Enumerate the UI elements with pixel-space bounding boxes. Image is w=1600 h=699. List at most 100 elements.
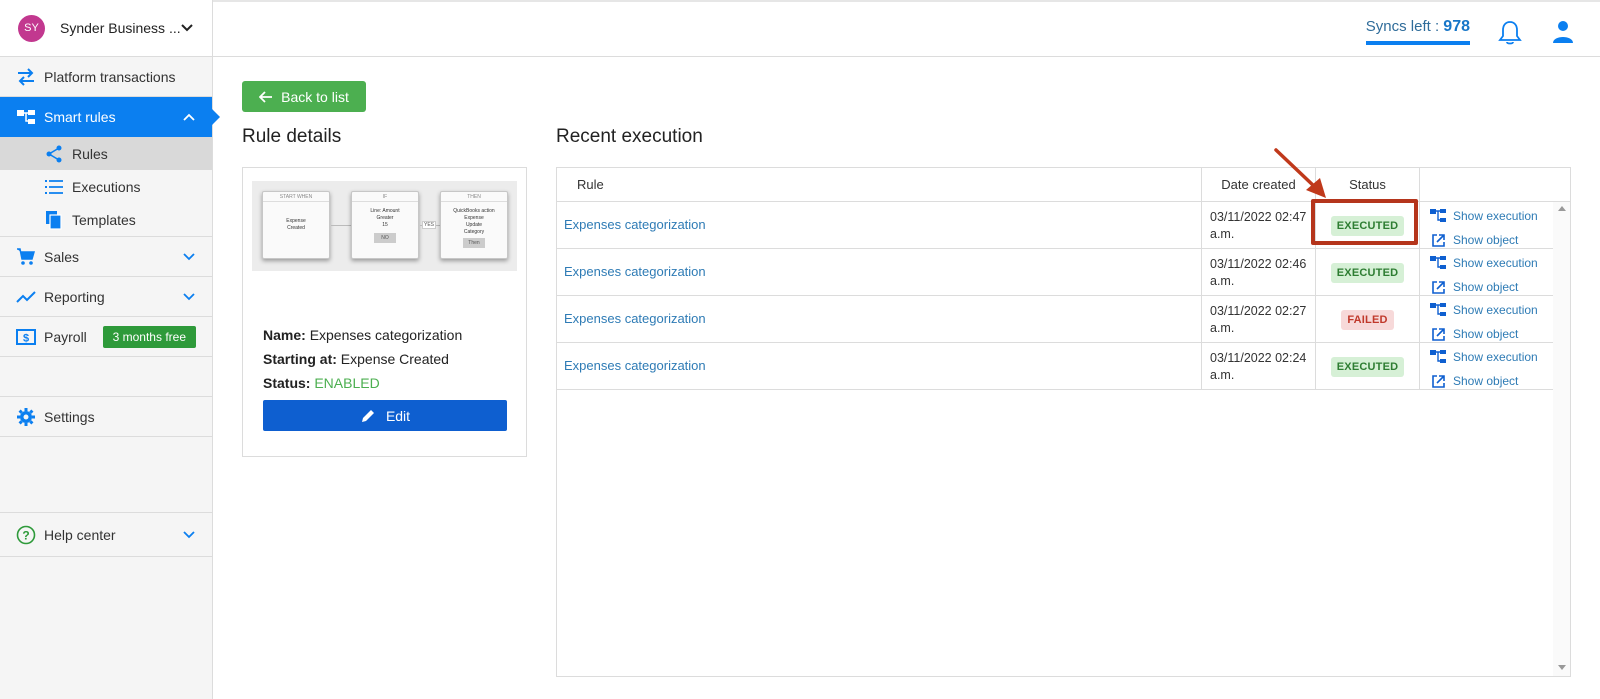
status-cell: EXECUTED xyxy=(1316,249,1420,296)
flow-tree-icon xyxy=(1430,349,1446,365)
sidebar-item-reporting[interactable]: Reporting xyxy=(0,277,212,317)
sidebar-item-smart-rules[interactable]: Smart rules xyxy=(0,97,220,137)
actions-cell: Show execution Show object xyxy=(1420,249,1553,296)
sidebar-item-platform-transactions[interactable]: Platform transactions xyxy=(0,57,212,97)
rule-link[interactable]: Expenses categorization xyxy=(557,249,1202,296)
sidebar-spacer xyxy=(0,437,212,513)
rule-start-row: Starting at: Expense Created xyxy=(263,347,462,371)
sidebar-item-label: Payroll xyxy=(44,328,87,345)
sidebar-item-executions[interactable]: Executions xyxy=(0,170,212,203)
table-scrollbar[interactable] xyxy=(1553,202,1570,676)
sidebar-item-settings[interactable]: Settings xyxy=(0,397,212,437)
node-button: Then xyxy=(463,238,485,248)
pencil-icon xyxy=(361,409,374,422)
status-badge: EXECUTED xyxy=(1330,356,1405,377)
flow-tree-icon xyxy=(1430,302,1446,318)
syncs-count: 978 xyxy=(1443,18,1470,35)
avatar: SY xyxy=(18,14,45,42)
arrow-left-icon xyxy=(259,90,273,103)
scroll-down-arrow[interactable] xyxy=(1558,665,1566,670)
smart-rules-submenu: Rules Executions Templates xyxy=(0,137,212,237)
show-execution-link[interactable]: Show execution xyxy=(1430,300,1553,320)
status-cell: FAILED xyxy=(1316,296,1420,343)
date-created: 03/11/2022 02:24 a.m. xyxy=(1202,343,1316,390)
account-name: Synder Business ... xyxy=(60,20,180,36)
sidebar-item-rules[interactable]: Rules xyxy=(0,137,212,170)
sidebar-item-sales[interactable]: Sales xyxy=(0,237,212,277)
flow-node-then: THEN QuickBooks action Expense Update Ca… xyxy=(440,191,508,259)
copy-icon xyxy=(44,210,64,230)
sidebar-item-label: Rules xyxy=(72,145,108,162)
column-header-rule[interactable]: Rule xyxy=(557,168,1202,202)
back-to-list-label: Back to list xyxy=(281,88,349,105)
show-execution-link[interactable]: Show execution xyxy=(1430,206,1553,226)
flow-node-if: IF Line: Amount Greater 15 NO xyxy=(351,191,419,259)
external-link-icon xyxy=(1430,326,1446,342)
rule-flow-preview[interactable]: START WHEN Expense Created IF Line: Amou… xyxy=(252,181,517,271)
node-text: Created xyxy=(287,225,305,231)
node-text: Greater xyxy=(376,215,394,221)
node-text: Line: Amount xyxy=(370,208,400,214)
status-badge: FAILED xyxy=(1341,309,1394,330)
show-object-label: Show object xyxy=(1453,280,1519,294)
share-nodes-icon xyxy=(44,144,64,164)
rule-details-info: Name: Expenses categorization Starting a… xyxy=(263,323,462,395)
chevron-down-icon xyxy=(181,24,193,32)
show-object-link[interactable]: Show object xyxy=(1430,371,1553,391)
user-icon[interactable] xyxy=(1552,20,1574,44)
rule-name-row: Name: Expenses categorization xyxy=(263,323,462,347)
show-execution-label: Show execution xyxy=(1453,350,1538,364)
sidebar-item-label: Help center xyxy=(44,526,116,543)
sidebar-item-templates[interactable]: Templates xyxy=(0,203,212,236)
scroll-up-arrow[interactable] xyxy=(1558,206,1566,211)
flow-connector xyxy=(331,225,351,226)
sidebar-item-label: Settings xyxy=(44,408,95,425)
svg-text:$: $ xyxy=(23,332,29,344)
flow-tree-icon xyxy=(16,107,36,127)
status-badge: EXECUTED xyxy=(1330,215,1405,236)
table-row: Expenses categorization 03/11/2022 02:27… xyxy=(557,296,1553,343)
sidebar-item-payroll[interactable]: $ Payroll 3 months free xyxy=(0,317,212,357)
actions-cell: Show execution Show object xyxy=(1420,296,1553,343)
edit-label: Edit xyxy=(385,407,411,424)
sidebar-item-label: Executions xyxy=(72,178,141,195)
rule-link[interactable]: Expenses categorization xyxy=(557,296,1202,343)
node-text: Expense xyxy=(464,215,484,221)
node-header: IF xyxy=(352,192,418,202)
rule-link[interactable]: Expenses categorization xyxy=(557,202,1202,249)
show-object-link[interactable]: Show object xyxy=(1430,324,1553,344)
list-icon xyxy=(44,177,64,197)
show-execution-link[interactable]: Show execution xyxy=(1430,253,1553,273)
executions-table: Rule Date created Status Expenses catego… xyxy=(556,167,1571,677)
show-object-label: Show object xyxy=(1453,374,1519,388)
recent-execution-title: Recent execution xyxy=(556,126,703,147)
rule-link[interactable]: Expenses categorization xyxy=(557,343,1202,390)
show-object-link[interactable]: Show object xyxy=(1430,277,1553,297)
back-to-list-button[interactable]: Back to list xyxy=(242,81,366,112)
table-row: Expenses categorization 03/11/2022 02:47… xyxy=(557,202,1553,249)
sidebar-spacer xyxy=(0,357,212,397)
free-trial-badge[interactable]: 3 months free xyxy=(102,325,196,348)
edit-rule-button[interactable]: Edit xyxy=(263,400,507,431)
chevron-down-icon xyxy=(183,252,195,260)
bell-icon[interactable] xyxy=(1498,20,1522,46)
sidebar-item-label: Templates xyxy=(72,211,136,228)
rule-name-label: Name: xyxy=(263,327,306,343)
chevron-down-icon xyxy=(183,530,195,538)
flow-node-start: START WHEN Expense Created xyxy=(262,191,330,259)
sidebar-item-help-center[interactable]: ? Help center xyxy=(0,513,212,557)
show-object-label: Show object xyxy=(1453,233,1519,247)
status-cell: EXECUTED xyxy=(1316,202,1420,249)
rule-start-label: Starting at: xyxy=(263,351,337,367)
chevron-up-icon xyxy=(183,113,195,121)
rule-status-label: Status: xyxy=(263,375,311,391)
account-switcher[interactable]: SY Synder Business ... xyxy=(0,0,212,57)
status-badge: EXECUTED xyxy=(1330,262,1405,283)
node-body: Expense Created xyxy=(263,202,329,232)
rule-details-card: START WHEN Expense Created IF Line: Amou… xyxy=(242,167,527,457)
rule-status-value: ENABLED xyxy=(314,375,380,391)
show-object-label: Show object xyxy=(1453,327,1519,341)
show-execution-link[interactable]: Show execution xyxy=(1430,347,1553,367)
show-object-link[interactable]: Show object xyxy=(1430,230,1553,250)
date-created: 03/11/2022 02:27 a.m. xyxy=(1202,296,1316,343)
